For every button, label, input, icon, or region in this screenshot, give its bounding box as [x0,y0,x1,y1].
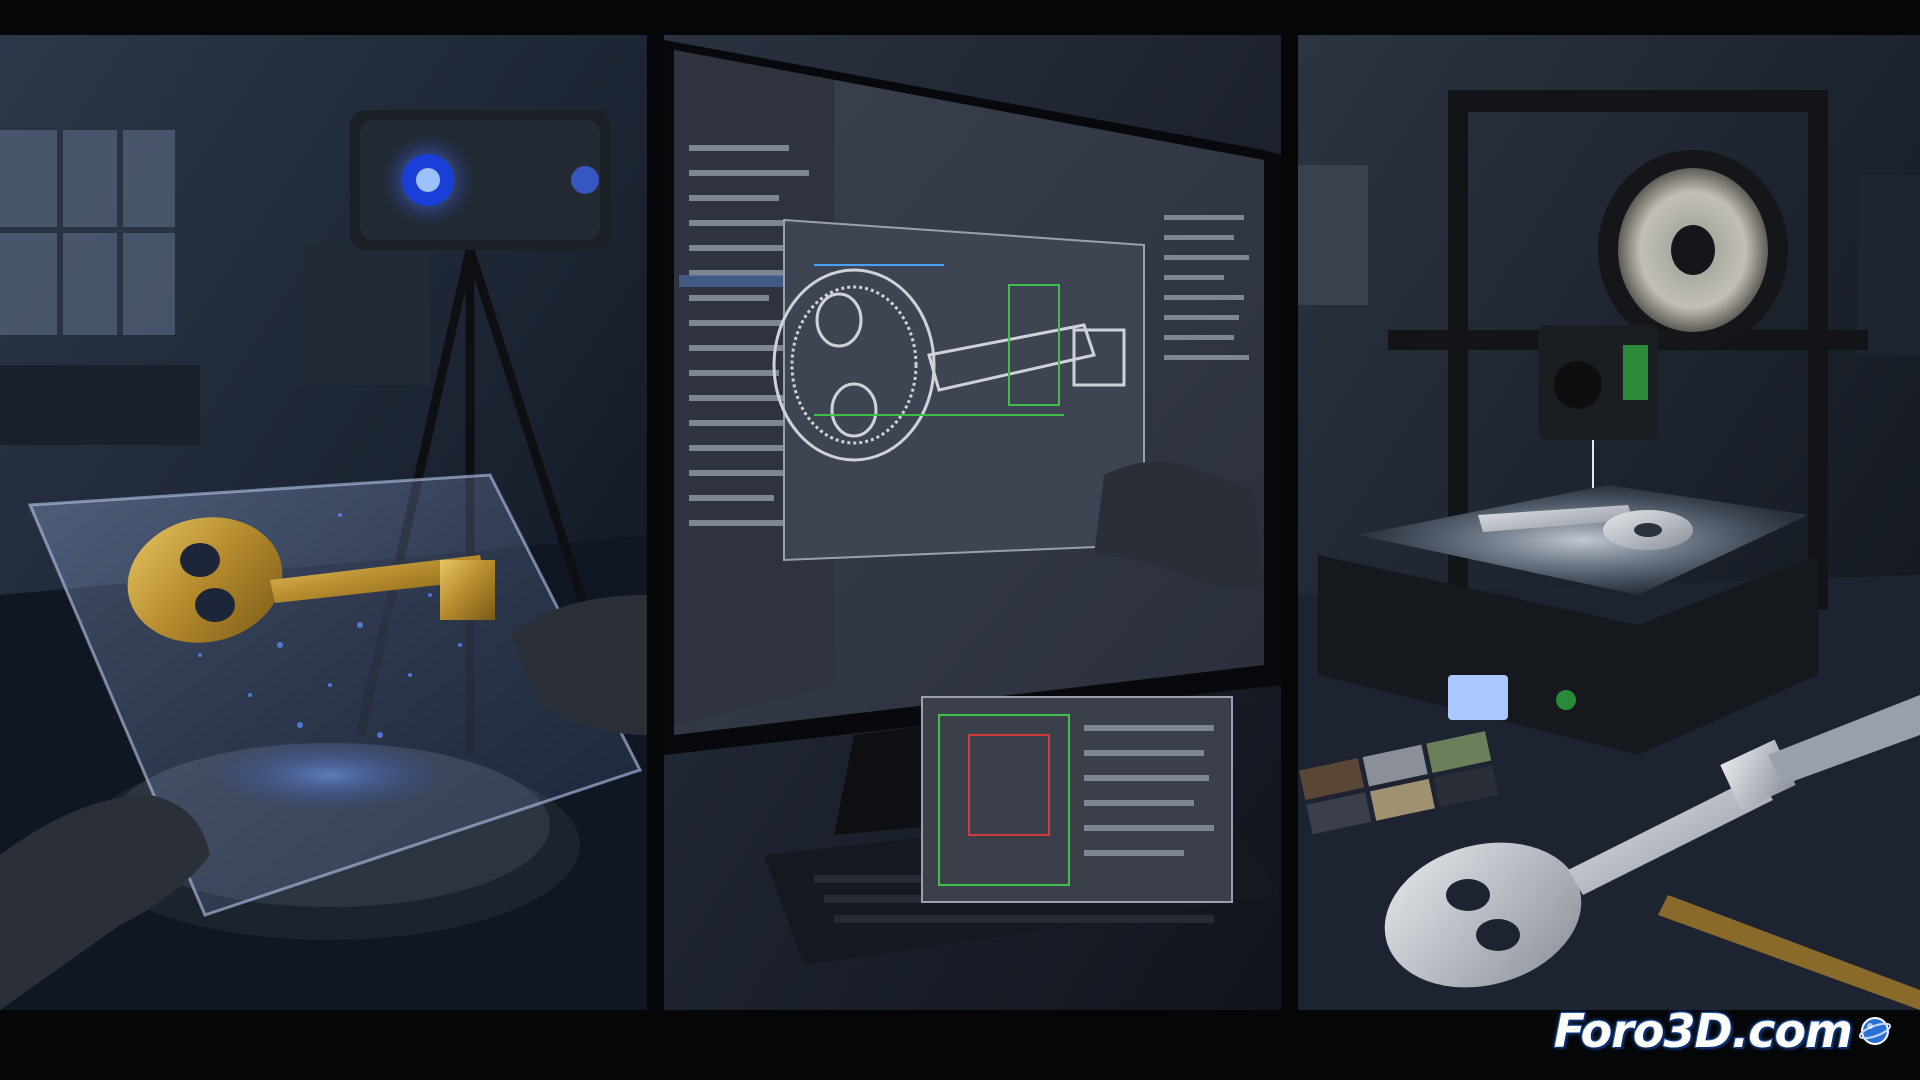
watermark: Foro3D.com [1553,1003,1892,1059]
globe-icon [1858,1017,1892,1045]
triptych-illustration: Foro3D.com [0,0,1920,1080]
design-scene [664,35,1281,1010]
scan-panel [0,35,647,1010]
scan-scene [0,35,647,1010]
watermark-text: Foro3D.com [1553,1003,1854,1059]
design-panel [664,35,1281,1010]
print-panel [1298,35,1920,1010]
print-scene [1298,35,1920,1010]
